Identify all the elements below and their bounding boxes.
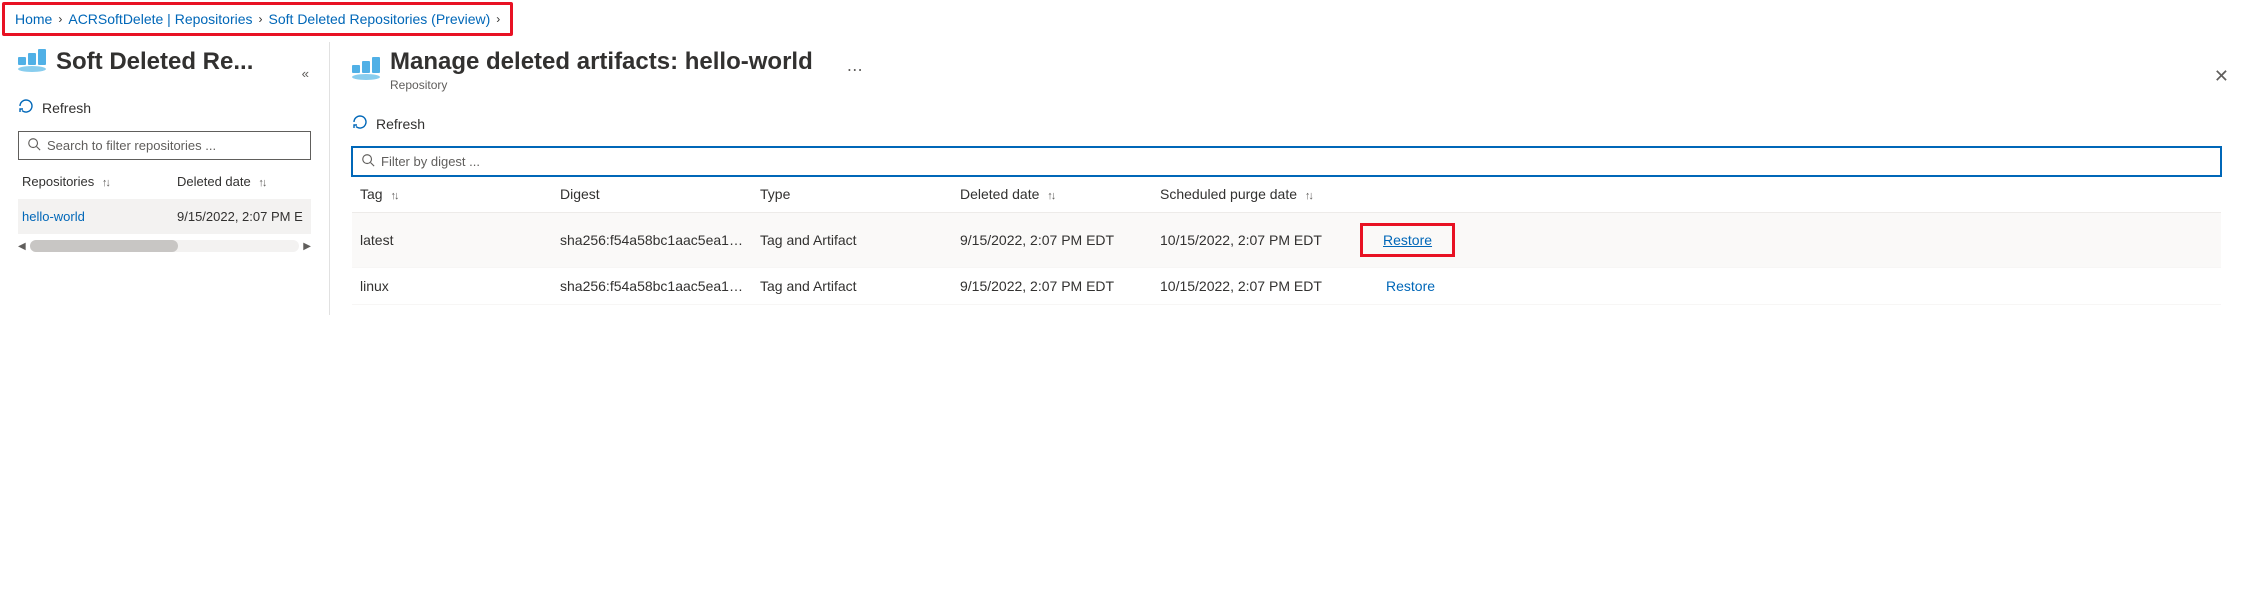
close-icon: ✕ xyxy=(2214,66,2229,86)
repo-search-field[interactable] xyxy=(18,131,311,160)
digest-filter-field[interactable] xyxy=(352,147,2221,176)
breadcrumb: Home › ACRSoftDelete | Repositories › So… xyxy=(2,2,513,36)
repo-name-link[interactable]: hello-world xyxy=(22,209,177,224)
scroll-track[interactable] xyxy=(30,240,300,252)
scroll-left-icon[interactable]: ◀ xyxy=(18,241,26,252)
digest-filter-input[interactable] xyxy=(381,154,2212,169)
repo-row[interactable]: hello-world 9/15/2022, 2:07 PM E xyxy=(18,199,311,234)
cell-deleted-date: 9/15/2022, 2:07 PM EDT xyxy=(960,278,1160,294)
cell-tag: linux xyxy=(360,278,560,294)
search-icon xyxy=(361,153,375,170)
column-header-purge-date[interactable]: Scheduled purge date ↑↓ xyxy=(1160,186,1360,202)
column-label: Type xyxy=(760,186,790,202)
column-header-digest[interactable]: Digest xyxy=(560,186,760,202)
sort-icon: ↑↓ xyxy=(102,177,109,189)
chevron-double-left-icon: « xyxy=(302,66,309,81)
cell-tag: latest xyxy=(360,232,560,248)
horizontal-scrollbar[interactable]: ◀ ▶ xyxy=(18,240,311,252)
chevron-right-icon: › xyxy=(496,12,500,26)
chevron-right-icon: › xyxy=(58,12,62,26)
more-icon: ⋯ xyxy=(847,62,863,79)
chevron-right-icon: › xyxy=(259,12,263,26)
more-actions-button[interactable]: ⋯ xyxy=(841,54,869,86)
refresh-icon xyxy=(18,98,34,117)
cell-type: Tag and Artifact xyxy=(760,278,960,294)
container-registry-icon xyxy=(18,49,46,76)
collapse-sidebar-button[interactable]: « xyxy=(296,60,315,87)
scroll-thumb[interactable] xyxy=(30,240,178,252)
page-subtitle: Repository xyxy=(390,78,813,92)
column-header-type[interactable]: Type xyxy=(760,186,960,202)
artifact-row[interactable]: latest sha256:f54a58bc1aac5ea1a25... Tag… xyxy=(352,213,2221,268)
cell-digest: sha256:f54a58bc1aac5ea1a25... xyxy=(560,232,760,248)
sort-icon: ↑↓ xyxy=(1047,190,1054,202)
sort-icon: ↑↓ xyxy=(258,177,265,189)
sidebar-pane: Soft Deleted Re... « Refresh Repositorie… xyxy=(0,42,330,315)
breadcrumb-home[interactable]: Home xyxy=(15,11,52,27)
column-label: Deleted date xyxy=(960,186,1039,202)
refresh-button[interactable]: Refresh xyxy=(18,98,91,117)
sidebar-title: Soft Deleted Re... xyxy=(56,48,253,76)
search-icon xyxy=(27,137,41,154)
artifact-row[interactable]: linux sha256:f54a58bc1aac5ea1a25... Tag … xyxy=(352,268,2221,305)
cell-digest: sha256:f54a58bc1aac5ea1a25... xyxy=(560,278,760,294)
cell-purge-date: 10/15/2022, 2:07 PM EDT xyxy=(1160,278,1360,294)
refresh-label: Refresh xyxy=(42,100,91,116)
refresh-label: Refresh xyxy=(376,116,425,132)
column-header-repositories[interactable]: Repositories ↑↓ xyxy=(22,174,177,189)
restore-link[interactable]: Restore xyxy=(1386,278,1435,294)
breadcrumb-registry[interactable]: ACRSoftDelete | Repositories xyxy=(68,11,252,27)
close-pane-button[interactable]: ✕ xyxy=(2208,60,2235,93)
column-label: Deleted date xyxy=(177,174,251,189)
column-header-deleted-date[interactable]: Deleted date ↑↓ xyxy=(177,174,307,189)
sort-icon: ↑↓ xyxy=(390,190,397,202)
repo-deleted-date: 9/15/2022, 2:07 PM E xyxy=(177,209,307,224)
main-pane: Manage deleted artifacts: hello-world Re… xyxy=(330,42,2243,315)
refresh-button[interactable]: Refresh xyxy=(352,114,425,133)
refresh-icon xyxy=(352,114,368,133)
breadcrumb-soft-deleted[interactable]: Soft Deleted Repositories (Preview) xyxy=(269,11,491,27)
repo-search-input[interactable] xyxy=(47,138,302,153)
container-registry-icon xyxy=(352,57,380,84)
sort-icon: ↑↓ xyxy=(1305,190,1312,202)
scroll-right-icon[interactable]: ▶ xyxy=(303,241,311,252)
column-label: Repositories xyxy=(22,174,94,189)
column-label: Tag xyxy=(360,186,383,202)
page-title: Manage deleted artifacts: hello-world xyxy=(390,48,813,76)
cell-purge-date: 10/15/2022, 2:07 PM EDT xyxy=(1160,232,1360,248)
restore-highlight-box: Restore xyxy=(1360,223,1455,257)
cell-deleted-date: 9/15/2022, 2:07 PM EDT xyxy=(960,232,1160,248)
column-header-tag[interactable]: Tag ↑↓ xyxy=(360,186,560,202)
column-label: Digest xyxy=(560,186,600,202)
column-header-deleted-date[interactable]: Deleted date ↑↓ xyxy=(960,186,1160,202)
cell-type: Tag and Artifact xyxy=(760,232,960,248)
column-label: Scheduled purge date xyxy=(1160,186,1297,202)
restore-link[interactable]: Restore xyxy=(1383,232,1432,248)
